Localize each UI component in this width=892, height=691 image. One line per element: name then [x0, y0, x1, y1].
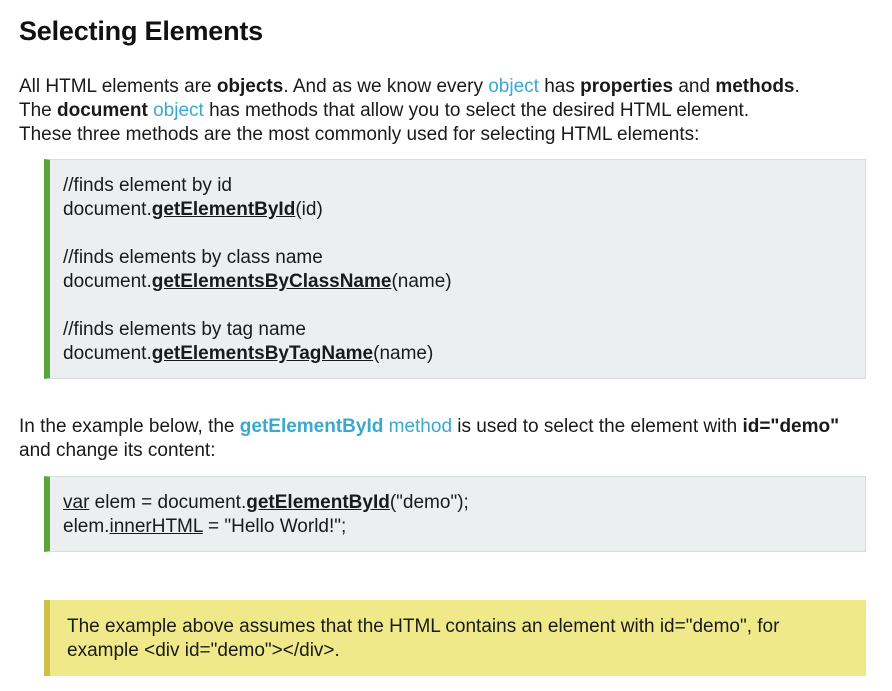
- code-line: elem.innerHTML = "Hello World!";: [63, 515, 865, 539]
- example-text: In the example below, the: [19, 416, 240, 437]
- code-keyword-link[interactable]: var: [63, 492, 89, 513]
- intro-text: and: [673, 76, 716, 97]
- glossary-link-object[interactable]: object: [488, 76, 539, 97]
- code-line: var elem = document.getElementById("demo…: [63, 491, 865, 515]
- example-paragraph: In the example below, the getElementById…: [19, 415, 879, 463]
- term-document: document: [57, 100, 148, 121]
- term-id-demo: id="demo": [742, 416, 840, 437]
- code-comment: //finds element by id: [63, 175, 232, 196]
- code-args: (name): [391, 271, 452, 292]
- code-comment: //finds elements by class name: [63, 247, 323, 268]
- code-method-link[interactable]: getElementsByClassName: [152, 271, 392, 292]
- code-line: document.getElementsByClassName(name): [63, 270, 865, 294]
- term-objects: objects: [216, 76, 284, 97]
- code-method-link[interactable]: getElementById: [152, 199, 296, 220]
- code-spacer: [63, 294, 865, 318]
- code-spacer: [63, 222, 865, 246]
- code-line: document.getElementById(id): [63, 198, 865, 222]
- glossary-link-object[interactable]: object: [153, 100, 204, 121]
- note-callout: The example above assumes that the HTML …: [44, 600, 866, 676]
- code-text: elem = document.: [89, 492, 247, 513]
- intro-line-2: The document object has methods that all…: [19, 99, 879, 123]
- term-properties: properties: [580, 76, 674, 97]
- page-title: Selecting Elements: [19, 16, 263, 46]
- example-line-1: In the example below, the getElementById…: [19, 415, 879, 439]
- intro-line-1: All HTML elements are objects. And as we…: [19, 75, 879, 99]
- code-property-link[interactable]: innerHTML: [109, 516, 202, 537]
- intro-text: has methods that allow you to select the…: [203, 100, 750, 121]
- code-object: document.: [63, 199, 152, 220]
- code-object: document.: [63, 343, 152, 364]
- code-object: elem.: [63, 516, 110, 537]
- code-args: (id): [295, 199, 323, 220]
- code-block-methods: //finds element by id document.getElemen…: [44, 159, 866, 379]
- code-method-link[interactable]: getElementById: [246, 492, 390, 513]
- example-line-2: and change its content:: [19, 440, 216, 461]
- intro-text: has: [538, 76, 581, 97]
- example-text: is used to select the element with: [452, 416, 743, 437]
- code-block-example: var elem = document.getElementById("demo…: [44, 476, 866, 552]
- code-text: = "Hello World!";: [202, 516, 347, 537]
- glossary-link-getelementbyid[interactable]: getElementById: [240, 416, 384, 437]
- intro-line-3: These three methods are the most commonl…: [19, 124, 700, 145]
- intro-paragraph: All HTML elements are objects. And as we…: [19, 75, 879, 147]
- code-args: (name): [373, 343, 434, 364]
- note-line-1: The example above assumes that the HTML …: [67, 616, 780, 637]
- intro-text: .: [794, 76, 800, 97]
- code-args: ("demo");: [389, 492, 469, 513]
- code-line: document.getElementsByTagName(name): [63, 342, 865, 366]
- glossary-link-method[interactable]: method: [383, 416, 452, 437]
- code-method-link[interactable]: getElementsByTagName: [152, 343, 373, 364]
- intro-text: . And as we know every: [283, 76, 489, 97]
- intro-text: The: [19, 100, 58, 121]
- intro-text: All HTML elements are: [19, 76, 217, 97]
- note-line-2: example <div id="demo"></div>.: [67, 640, 340, 661]
- code-comment: //finds elements by tag name: [63, 319, 306, 340]
- code-object: document.: [63, 271, 152, 292]
- term-methods: methods: [715, 76, 795, 97]
